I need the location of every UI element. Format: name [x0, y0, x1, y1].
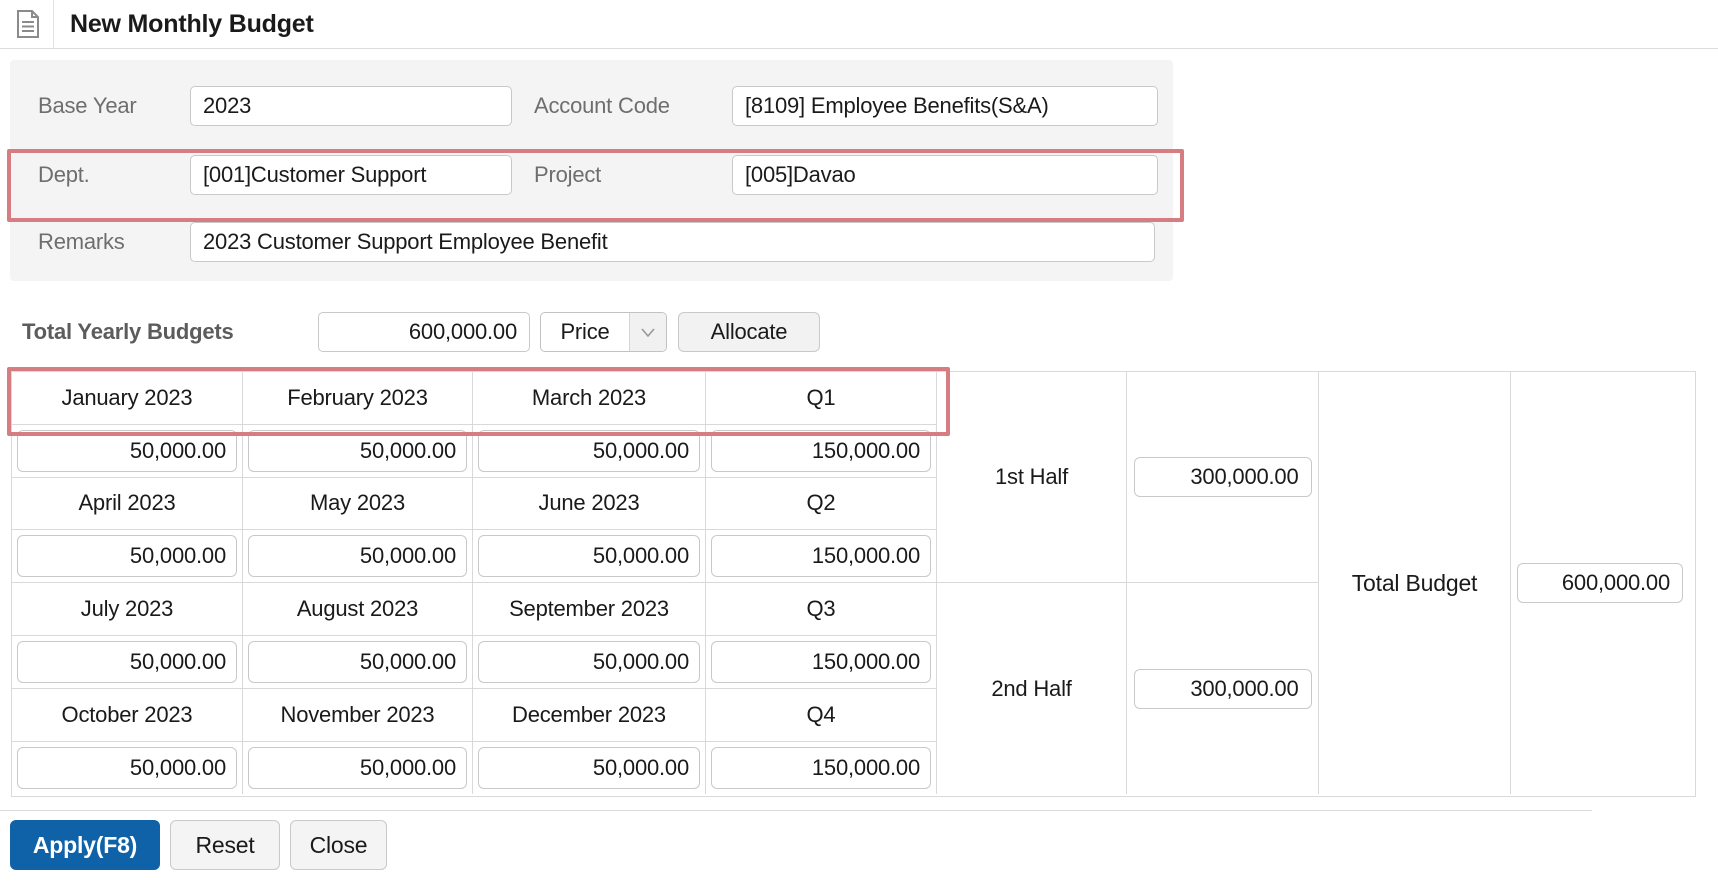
month-value-input[interactable]: [17, 535, 237, 578]
page-title: New Monthly Budget: [70, 10, 314, 38]
account-code-label: Account Code: [534, 93, 670, 118]
month-header: October 2023: [12, 688, 243, 742]
quarter-value-input[interactable]: [711, 640, 931, 683]
first-half-value-cell: [1127, 372, 1319, 584]
month-value-input[interactable]: [248, 535, 467, 578]
month-value-cell: [473, 741, 706, 795]
total-yearly-budgets-label: Total Yearly Budgets: [22, 319, 234, 344]
quarter-value-cell: [706, 424, 937, 478]
month-header: February 2023: [243, 372, 473, 425]
dept-field[interactable]: [190, 155, 512, 195]
document-icon: [17, 10, 39, 38]
month-value-input[interactable]: [17, 640, 237, 683]
month-value-cell: [12, 635, 243, 689]
close-button[interactable]: Close: [290, 820, 387, 870]
budget-window: New Monthly Budget Base Year Account Cod…: [0, 0, 1718, 882]
title-bar: New Monthly Budget: [0, 0, 1718, 49]
total-budget-label: Total Budget: [1319, 372, 1511, 795]
base-year-field[interactable]: [190, 86, 512, 126]
month-value-cell: [243, 635, 473, 689]
budget-type-select[interactable]: Price: [540, 312, 667, 352]
total-budget-value-cell: [1511, 372, 1689, 794]
month-value-cell: [12, 530, 243, 584]
dept-label: Dept.: [38, 162, 90, 187]
remarks-field[interactable]: [190, 222, 1155, 262]
remarks-label: Remarks: [38, 229, 125, 254]
second-half-value-cell: [1127, 583, 1319, 795]
footer-divider: [0, 810, 1592, 811]
quarter-value-input[interactable]: [711, 535, 931, 578]
project-field[interactable]: [732, 155, 1158, 195]
quarter-value-cell: [706, 635, 937, 689]
reset-button[interactable]: Reset: [170, 820, 280, 870]
base-year-label: Base Year: [38, 93, 137, 118]
month-value-cell: [12, 424, 243, 478]
month-header: September 2023: [473, 583, 706, 636]
month-value-input[interactable]: [478, 746, 700, 789]
monthly-budget-table: January 2023 February 2023 March 2023 Q1…: [11, 371, 1696, 797]
month-header: January 2023: [12, 372, 243, 425]
quarter-header: Q1: [706, 372, 937, 425]
month-header: June 2023: [473, 477, 706, 531]
account-code-field[interactable]: [732, 86, 1158, 126]
month-value-cell: [473, 530, 706, 584]
month-value-input[interactable]: [17, 429, 237, 472]
month-value-input[interactable]: [478, 535, 700, 578]
month-header: August 2023: [243, 583, 473, 636]
month-value-input[interactable]: [478, 640, 700, 683]
budget-type-selected-value: Price: [560, 319, 610, 344]
chevron-down-icon: [629, 313, 666, 351]
month-header: July 2023: [12, 583, 243, 636]
form-panel: Base Year Account Code Dept. Project Rem…: [10, 60, 1173, 281]
titlebar-divider: [53, 0, 54, 48]
month-value-cell: [473, 635, 706, 689]
month-value-input[interactable]: [248, 746, 467, 789]
month-value-cell: [12, 741, 243, 795]
month-value-input[interactable]: [248, 640, 467, 683]
half-value-input[interactable]: [1133, 668, 1312, 709]
project-label: Project: [534, 162, 602, 187]
quarter-value-cell: [706, 530, 937, 584]
quarter-value-input[interactable]: [711, 429, 931, 472]
month-value-input[interactable]: [17, 746, 237, 789]
quarter-value-cell: [706, 741, 937, 795]
half-value-input[interactable]: [1133, 457, 1312, 498]
month-header: April 2023: [12, 477, 243, 531]
month-value-input[interactable]: [478, 429, 700, 472]
apply-button[interactable]: Apply(F8): [10, 820, 160, 870]
month-value-cell: [243, 741, 473, 795]
allocate-button[interactable]: Allocate: [678, 312, 820, 352]
month-value-cell: [473, 424, 706, 478]
month-value-cell: [243, 530, 473, 584]
month-header: December 2023: [473, 688, 706, 742]
yearly-amount-field[interactable]: [318, 312, 530, 352]
month-header: March 2023: [473, 372, 706, 425]
second-half-label: 2nd Half: [937, 583, 1127, 795]
quarter-header: Q4: [706, 688, 937, 742]
month-value-cell: [243, 424, 473, 478]
quarter-header: Q2: [706, 477, 937, 531]
quarter-value-input[interactable]: [711, 746, 931, 789]
first-half-label: 1st Half: [937, 372, 1127, 584]
quarter-header: Q3: [706, 583, 937, 636]
month-header: May 2023: [243, 477, 473, 531]
month-value-input[interactable]: [248, 429, 467, 472]
total-budget-input[interactable]: [1517, 563, 1683, 604]
month-header: November 2023: [243, 688, 473, 742]
